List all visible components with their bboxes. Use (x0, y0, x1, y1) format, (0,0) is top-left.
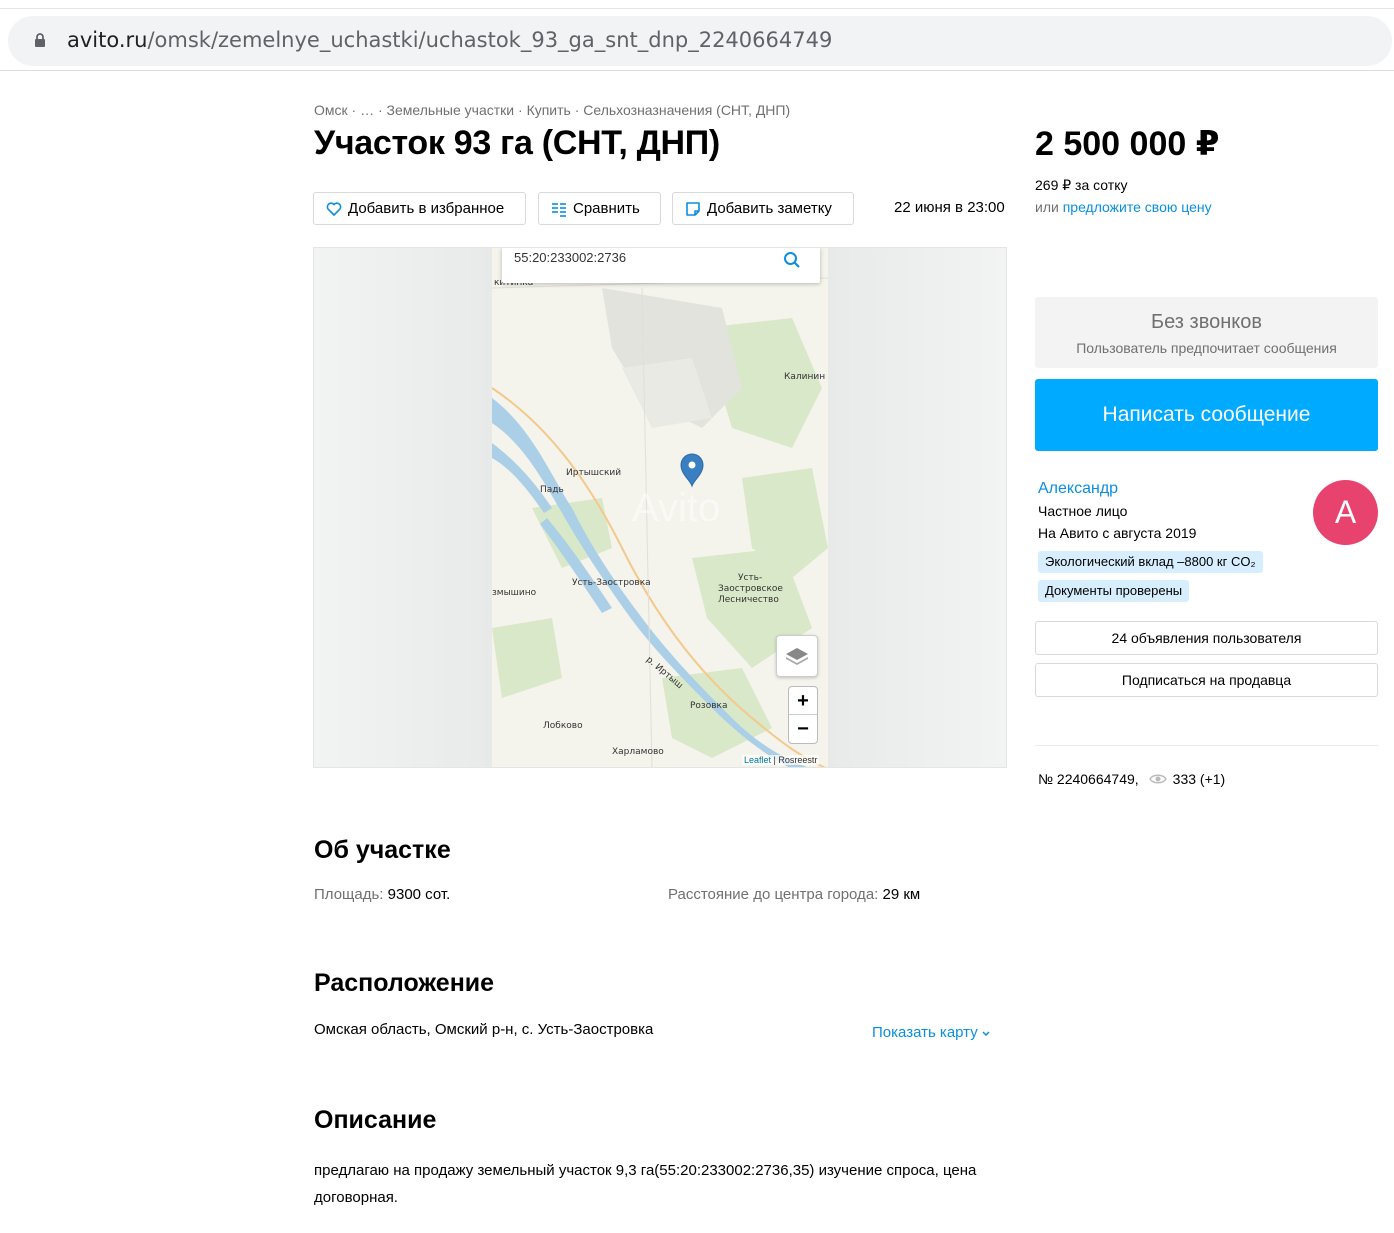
map-attribution: Leaflet | Rosreestr (742, 755, 820, 765)
compare-icon (552, 202, 566, 217)
breadcrumb-sep: · (347, 102, 361, 118)
no-calls-box: Без звонков Пользователь предпочитает со… (1035, 297, 1378, 368)
breadcrumb-item-land[interactable]: Земельные участки (387, 102, 515, 118)
page-title: Участок 93 га (СНТ, ДНП) (314, 124, 720, 162)
map-watermark: Avito (632, 486, 721, 530)
avatar[interactable]: А (1313, 480, 1378, 545)
address-bar-divider (0, 70, 1394, 71)
ad-number: № 2240664749, (1038, 771, 1139, 787)
no-calls-subtitle: Пользователь предпочитает сообщения (1076, 340, 1337, 356)
breadcrumb-item-omsk[interactable]: Омск (314, 102, 348, 118)
layers-icon (786, 648, 808, 665)
offer-price: или предложите свою цену (1035, 199, 1212, 215)
zoom-in-button[interactable]: + (789, 687, 817, 715)
distance-label: Расстояние до центра города: (668, 886, 883, 903)
map-label-forestry-3: Лесничество (718, 595, 779, 605)
price: 2 500 000 ₽ (1035, 125, 1220, 163)
address-bar[interactable]: avito.ru/omsk/zemelnye_uchastki/uchastok… (8, 16, 1392, 66)
map-label-pad: Падь (540, 485, 564, 495)
seller-name-link[interactable]: Александр (1038, 480, 1118, 498)
compare-button[interactable]: Сравнить (538, 192, 661, 225)
heart-icon (326, 201, 342, 216)
description-title: Описание (314, 1106, 437, 1134)
breadcrumb-sep: · (514, 102, 527, 118)
distance-param: Расстояние до центра города: 29 км (668, 886, 920, 903)
map-label-kharlamovo: Харламово (612, 747, 664, 757)
show-map-label: Показать карту (872, 1024, 978, 1041)
breadcrumb: Омск · … · Земельные участки · Купить · … (314, 102, 790, 118)
map-label-irtyshsky: Иртышский (566, 468, 622, 478)
zoom-out-button[interactable]: − (789, 715, 817, 743)
right-divider (1035, 745, 1378, 746)
note-icon (686, 201, 700, 216)
map-label-forestry-2: Заостровское (718, 584, 783, 594)
price-per-unit: 269 ₽ за сотку (1035, 177, 1128, 193)
map-label-forestry-1: Усть- (738, 573, 763, 583)
view-count: 333 (+1) (1172, 771, 1226, 787)
location-title: Расположение (314, 969, 495, 997)
breadcrumb-item-ellipsis[interactable]: … (360, 102, 374, 118)
url-domain: avito.ru (67, 28, 148, 52)
add-note-button[interactable]: Добавить заметку (672, 192, 854, 225)
breadcrumb-sep: · (374, 102, 387, 118)
eco-badge[interactable]: Экологический вклад –8800 кг CO₂ (1038, 551, 1263, 573)
leaflet-link[interactable]: Leaflet (744, 755, 771, 765)
seller-ads-button[interactable]: 24 объявления пользователя (1035, 621, 1378, 655)
eye-icon (1148, 774, 1167, 784)
map-tiles[interactable]: китинка Калинин Иртышский Падь Усть-Заос… (492, 248, 828, 767)
map-label-rozovka: Розовка (690, 701, 728, 711)
add-note-label: Добавить заметку (707, 200, 832, 217)
map-label-ust-zaostrovka: Усть-Заостровка (572, 578, 651, 588)
no-calls-title: Без звонков (1151, 311, 1262, 333)
url-text[interactable]: avito.ru/omsk/zemelnye_uchastki/uchastok… (67, 28, 832, 52)
browser-top-line (0, 8, 1394, 9)
chevron-down-icon (982, 1031, 990, 1037)
breadcrumb-sep: · (570, 102, 584, 118)
add-favorite-button[interactable]: Добавить в избранное (313, 192, 526, 225)
ad-stats: № 2240664749, 333 (+1) (1038, 771, 1225, 787)
send-message-button[interactable]: Написать сообщение (1035, 379, 1378, 451)
breadcrumb-item-buy[interactable]: Купить (527, 102, 571, 118)
map-layers-button[interactable] (776, 635, 818, 677)
map-label-zamyshino: змышино (492, 588, 537, 598)
offer-price-link[interactable]: предложите свою цену (1063, 199, 1212, 215)
map-blur-left (314, 248, 494, 767)
description-text: предлагаю на продажу земельный участок 9… (314, 1162, 977, 1206)
map-blur-right (826, 248, 1006, 767)
offer-prefix: или (1035, 199, 1063, 215)
subscribe-seller-button[interactable]: Подписаться на продавца (1035, 663, 1378, 697)
publish-date: 22 июня в 23:00 (894, 199, 1005, 216)
seller-since: На Авито с августа 2019 (1038, 525, 1197, 541)
cadastral-search-value[interactable]: 55:20:233002:2736 (514, 250, 626, 265)
map-label-kalinin: Калинин (784, 372, 826, 382)
show-map-link[interactable]: Показать карту (872, 1024, 990, 1041)
location-address: Омская область, Омский р-н, с. Усть-Заос… (314, 1021, 654, 1038)
about-title: Об участке (314, 836, 451, 864)
rosreestr-attribution: Rosreestr (778, 755, 818, 765)
add-favorite-label: Добавить в избранное (348, 200, 505, 217)
distance-value: 29 км (882, 886, 921, 903)
map-label-lobkovo: Лобково (543, 721, 583, 731)
url-path: /omsk/zemelnye_uchastki/uchastok_93_ga_s… (147, 28, 833, 52)
area-label: Площадь: (314, 886, 388, 903)
compare-label: Сравнить (573, 200, 640, 217)
area-value: 9300 сот. (387, 886, 451, 903)
breadcrumb-item-agri[interactable]: Сельхозназначения (СНТ, ДНП) (583, 102, 790, 118)
map-zoom-control: + − (788, 686, 818, 744)
search-icon[interactable] (783, 251, 801, 269)
documents-verified-badge[interactable]: Документы проверены (1038, 580, 1190, 602)
lock-icon (35, 33, 45, 47)
area-param: Площадь: 9300 сот. (314, 886, 450, 903)
cadastral-search-box[interactable]: 55:20:233002:2736 (502, 248, 820, 283)
map-widget[interactable]: китинка Калинин Иртышский Падь Усть-Заос… (313, 247, 1007, 768)
seller-type: Частное лицо (1038, 503, 1128, 519)
